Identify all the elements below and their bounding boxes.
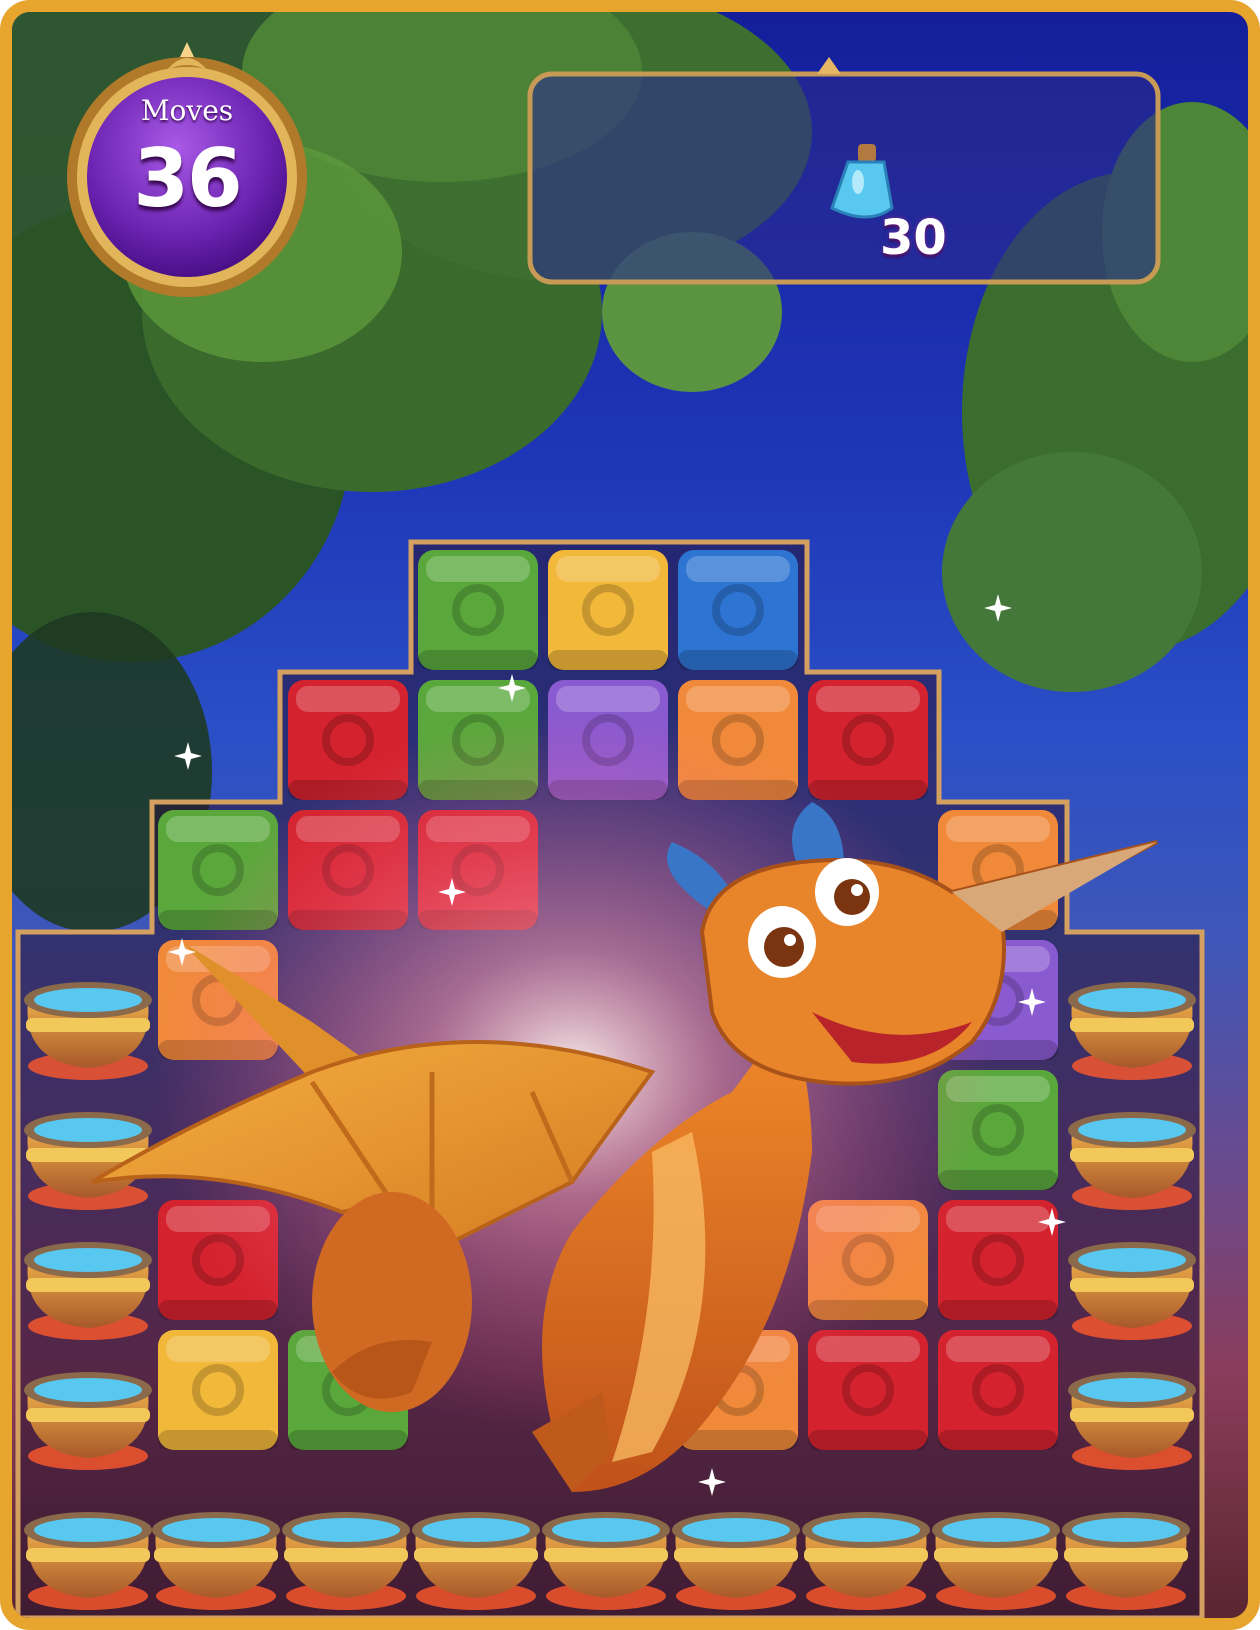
- moves-label: Moves: [140, 94, 234, 127]
- cauldron-icon: [412, 1512, 540, 1610]
- block-yellow[interactable]: [158, 1330, 278, 1450]
- game-frame: Moves 36 30: [0, 0, 1260, 1630]
- cauldron-icon: [542, 1512, 670, 1610]
- cauldron-icon: [802, 1512, 930, 1610]
- cauldron-icon: [24, 1372, 152, 1470]
- goal-count: 30: [880, 210, 947, 266]
- cauldron-icon: [24, 1512, 152, 1610]
- cauldron-icon: [672, 1512, 800, 1610]
- cauldron-icon: [282, 1512, 410, 1610]
- cauldron-icon: [1062, 1512, 1190, 1610]
- block-red[interactable]: [938, 1330, 1058, 1450]
- cauldron-icon: [1068, 1372, 1196, 1470]
- cauldron-icon: [1068, 1242, 1196, 1340]
- block-green[interactable]: [418, 550, 538, 670]
- block-blue[interactable]: [678, 550, 798, 670]
- block-red[interactable]: [808, 680, 928, 800]
- cauldron-icon: [1068, 982, 1196, 1080]
- block-red[interactable]: [938, 1200, 1058, 1320]
- cauldron-icon: [1068, 1112, 1196, 1210]
- block-yellow[interactable]: [548, 550, 668, 670]
- game-scene: [12, 12, 1248, 1618]
- cauldron-icon: [24, 982, 152, 1080]
- goal-panel: [527, 57, 1161, 285]
- cauldron-icon: [932, 1512, 1060, 1610]
- moves-counter: 36: [133, 132, 242, 225]
- cauldron-icon: [24, 1242, 152, 1340]
- cauldron-icon: [152, 1512, 280, 1610]
